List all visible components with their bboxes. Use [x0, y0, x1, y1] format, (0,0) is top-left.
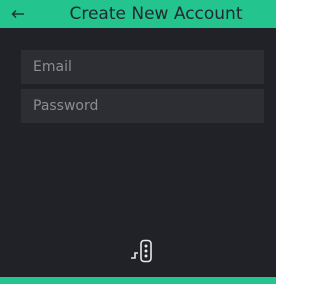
app-bar: Create New Account [0, 0, 276, 28]
password-field[interactable] [21, 89, 264, 123]
form-area [0, 28, 276, 277]
bottom-accent-bar [0, 277, 276, 284]
back-arrow-icon [11, 10, 24, 18]
back-button[interactable] [0, 0, 36, 28]
create-account-screen: Create New Account [0, 0, 276, 284]
email-field[interactable] [21, 50, 264, 84]
app-logo-icon [131, 239, 152, 263]
page-title: Create New Account [69, 4, 243, 24]
